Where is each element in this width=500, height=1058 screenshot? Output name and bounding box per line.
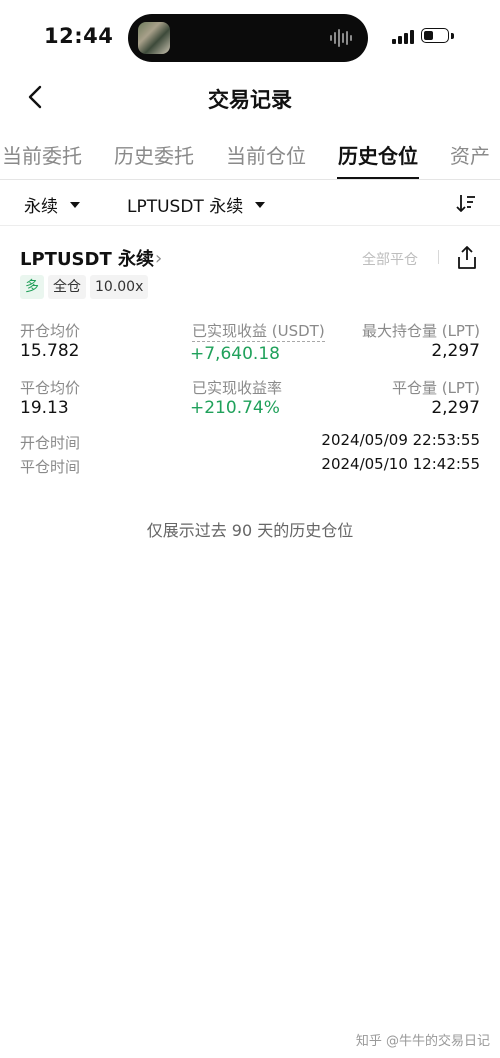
open-avg-price-label: 开仓均价 <box>20 322 81 340</box>
close-all-button[interactable]: 全部平仓 <box>362 249 418 269</box>
sort-icon[interactable] <box>455 192 477 214</box>
realized-rate-value: +210.74% <box>190 398 280 418</box>
tab-assets[interactable]: 资产 <box>450 140 490 169</box>
nav-header: 交易记录 <box>0 78 500 118</box>
side-badge: 多 <box>20 275 44 299</box>
now-playing-thumbnail <box>138 22 170 54</box>
symbol-dropdown[interactable]: LPTUSDT 永续 <box>127 192 266 217</box>
status-bar: 12:44 <box>0 0 500 78</box>
battery-cap <box>451 33 454 39</box>
battery-icon <box>421 28 449 43</box>
tab-open-orders[interactable]: 当前委托 <box>2 140 82 169</box>
tab-bar: 当前委托 历史委托 当前仓位 历史仓位 资产 <box>0 124 500 180</box>
dynamic-island[interactable] <box>128 14 368 62</box>
cellular-signal-icon <box>392 30 414 44</box>
margin-mode-badge: 全仓 <box>48 275 86 299</box>
close-avg-price-value: 19.13 <box>20 398 69 418</box>
max-hold-value: 2,297 <box>431 341 480 361</box>
caret-down-icon <box>70 202 80 208</box>
symbol-label: LPTUSDT 永续 <box>127 197 244 217</box>
contract-type-dropdown[interactable]: 永续 <box>24 192 80 217</box>
share-icon[interactable] <box>455 245 479 271</box>
page-title: 交易记录 <box>208 88 292 112</box>
caret-down-icon <box>255 202 266 208</box>
close-avg-price-label: 平仓均价 <box>20 379 81 397</box>
contract-type-label: 永续 <box>24 197 58 217</box>
chevron-right-icon[interactable]: › <box>155 248 162 269</box>
position-symbol[interactable]: LPTUSDT 永续 <box>20 245 154 271</box>
close-time-value: 2024/05/10 12:42:55 <box>321 455 480 473</box>
open-time-value: 2024/05/09 22:53:55 <box>321 431 480 449</box>
divider <box>438 250 439 264</box>
close-time-label: 平仓时间 <box>20 458 81 476</box>
leverage-badge: 10.00x <box>90 275 149 299</box>
close-qty-label: 平仓量 (LPT) <box>391 379 480 397</box>
position-tags: 多 全仓 10.00x <box>20 275 149 299</box>
filter-bar: 永续 LPTUSDT 永续 <box>0 180 500 226</box>
close-qty-value: 2,297 <box>431 398 480 418</box>
status-time: 12:44 <box>44 24 114 48</box>
watermark: 知乎 @牛牛的交易日记 <box>355 1034 490 1049</box>
tab-open-positions[interactable]: 当前仓位 <box>226 140 306 169</box>
realized-pnl-value: +7,640.18 <box>190 344 280 364</box>
tab-position-history[interactable]: 历史仓位 <box>338 140 418 169</box>
tab-order-history[interactable]: 历史委托 <box>114 140 194 169</box>
realized-rate-label: 已实现收益率 <box>192 379 283 397</box>
open-time-label: 开仓时间 <box>20 434 81 452</box>
audio-waveform-icon <box>330 29 352 47</box>
realized-pnl-label[interactable]: 已实现收益 (USDT) <box>192 322 325 342</box>
open-avg-price-value: 15.782 <box>20 341 80 361</box>
realized-pnl-label-wrap[interactable]: 已实现收益 (USDT) <box>192 320 325 342</box>
max-hold-label: 最大持仓量 (LPT) <box>361 322 480 340</box>
history-range-note: 仅展示过去 90 天的历史仓位 <box>146 521 354 540</box>
